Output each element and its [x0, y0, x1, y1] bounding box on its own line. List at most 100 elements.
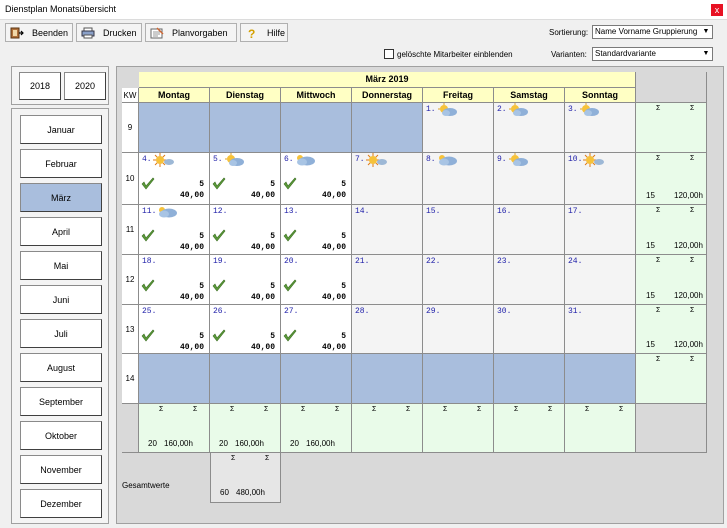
day-number: 27.: [284, 307, 299, 316]
year-prev-button[interactable]: 2018: [19, 72, 61, 100]
total-hours: 480,00h: [236, 488, 265, 497]
day-number: 15.: [426, 207, 441, 216]
day-cell[interactable]: 24.: [565, 255, 636, 305]
day-number: 31.: [568, 307, 583, 316]
sigma-hours: Σ: [406, 406, 411, 413]
day-cell[interactable]: 11. 5 40,00: [139, 205, 210, 255]
title-bar: Dienstplan Monatsübersicht x: [0, 0, 727, 20]
day-cell[interactable]: 7.: [352, 153, 423, 205]
day-cell[interactable]: 3.: [565, 103, 636, 153]
exit-icon: [10, 27, 24, 39]
checkmark-icon: [141, 229, 155, 243]
sort-select[interactable]: Name Vorname Gruppierung ▼: [592, 25, 713, 39]
week-sum-cell: Σ Σ 15 120,00h: [636, 205, 707, 255]
month-button-11[interactable]: November: [20, 455, 102, 484]
day-number: 25.: [142, 307, 157, 316]
sigma-hours: Σ: [619, 406, 624, 413]
sigma-hours: Σ: [690, 257, 695, 264]
day-sum-cell: Σ Σ 20 160,00h: [139, 404, 210, 453]
sigma-count: Σ: [372, 406, 377, 413]
beenden-label: Beenden: [32, 27, 69, 38]
beenden-button[interactable]: Beenden: [5, 23, 73, 42]
week-sum-count: 15: [646, 241, 655, 250]
employee-count: 5: [341, 332, 346, 341]
hilfe-button[interactable]: ? Hilfe: [240, 23, 288, 42]
day-header-samstag: Samstag: [494, 88, 565, 103]
planned-hours: 40,00: [179, 293, 204, 302]
day-cell[interactable]: 23.: [494, 255, 565, 305]
day-cell[interactable]: 12. 5 40,00: [210, 205, 281, 255]
day-cell[interactable]: 8.: [423, 153, 494, 205]
day-cell: [139, 354, 210, 404]
month-button-4[interactable]: April: [20, 217, 102, 246]
kw-cell: 14: [122, 354, 139, 404]
month-button-5[interactable]: Mai: [20, 251, 102, 280]
sigma-hours: Σ: [690, 356, 695, 363]
sigma-count: Σ: [159, 406, 164, 413]
day-cell[interactable]: 31.: [565, 305, 636, 354]
planned-hours: 40,00: [250, 343, 275, 352]
month-button-12[interactable]: Dezember: [20, 489, 102, 518]
month-button-1[interactable]: Januar: [20, 115, 102, 144]
employee-count: 5: [341, 180, 346, 189]
sigma-count: Σ: [656, 307, 661, 314]
day-cell[interactable]: 30.: [494, 305, 565, 354]
day-cell[interactable]: 4. 5 40,00: [139, 153, 210, 205]
day-header-mittwoch: Mittwoch: [281, 88, 352, 103]
sort-value: Name Vorname Gruppierung: [595, 27, 698, 36]
employee-count: 5: [199, 282, 204, 291]
employee-count: 5: [199, 180, 204, 189]
day-cell[interactable]: 15.: [423, 205, 494, 255]
checkmark-icon: [283, 177, 297, 191]
day-cell[interactable]: 2.: [494, 103, 565, 153]
deleted-employees-checkbox[interactable]: [384, 49, 394, 59]
day-cell[interactable]: 1.: [423, 103, 494, 153]
month-button-9[interactable]: September: [20, 387, 102, 416]
month-button-2[interactable]: Februar: [20, 149, 102, 178]
day-cell[interactable]: 14.: [352, 205, 423, 255]
month-button-8[interactable]: August: [20, 353, 102, 382]
day-cell[interactable]: 26. 5 40,00: [210, 305, 281, 354]
day-cell[interactable]: 20. 5 40,00: [281, 255, 352, 305]
checkmark-icon: [212, 229, 226, 243]
planvorgaben-button[interactable]: Planvorgaben: [145, 23, 237, 42]
hilfe-label: Hilfe: [267, 27, 286, 38]
month-button-6[interactable]: Juni: [20, 285, 102, 314]
planned-hours: 40,00: [250, 293, 275, 302]
day-sum-cell: ΣΣ: [423, 404, 494, 453]
day-cell[interactable]: 5. 5 40,00: [210, 153, 281, 205]
variant-select[interactable]: Standardvariante ▼: [592, 47, 713, 61]
sigma-count: Σ: [231, 455, 236, 462]
year-next-button[interactable]: 2020: [64, 72, 106, 100]
day-cell[interactable]: 6. 5 40,00: [281, 153, 352, 205]
month-button-10[interactable]: Oktober: [20, 421, 102, 450]
deleted-employees-label: gelöschte Mitarbeiter einblenden: [397, 50, 513, 59]
week-sum-cell: ΣΣ: [636, 103, 707, 153]
day-number: 28.: [355, 307, 370, 316]
day-cell[interactable]: 21.: [352, 255, 423, 305]
day-cell[interactable]: 25. 5 40,00: [139, 305, 210, 354]
day-cell[interactable]: 27. 5 40,00: [281, 305, 352, 354]
day-cell[interactable]: 29.: [423, 305, 494, 354]
checkmark-icon: [212, 177, 226, 191]
calendar-grid: März 2019 KW Montag Dienstag Mittwoch Donners…: [116, 66, 724, 524]
employee-count: 5: [199, 232, 204, 241]
day-cell[interactable]: 13. 5 40,00: [281, 205, 352, 255]
close-button[interactable]: x: [711, 4, 723, 16]
drucken-button[interactable]: Drucken: [76, 23, 142, 42]
month-button-7[interactable]: Juli: [20, 319, 102, 348]
day-cell[interactable]: 10.: [565, 153, 636, 205]
day-cell[interactable]: 9.: [494, 153, 565, 205]
day-number: 29.: [426, 307, 441, 316]
day-sum-cell: ΣΣ: [494, 404, 565, 453]
day-cell[interactable]: 18. 5 40,00: [139, 255, 210, 305]
day-cell[interactable]: 17.: [565, 205, 636, 255]
day-sum-hours: 160,00h: [235, 439, 264, 448]
day-header-sonntag: Sonntag: [565, 88, 636, 103]
day-cell[interactable]: 22.: [423, 255, 494, 305]
day-number: 16.: [497, 207, 512, 216]
day-cell[interactable]: 28.: [352, 305, 423, 354]
month-button-3[interactable]: März: [20, 183, 102, 212]
day-cell[interactable]: 16.: [494, 205, 565, 255]
day-cell[interactable]: 19. 5 40,00: [210, 255, 281, 305]
